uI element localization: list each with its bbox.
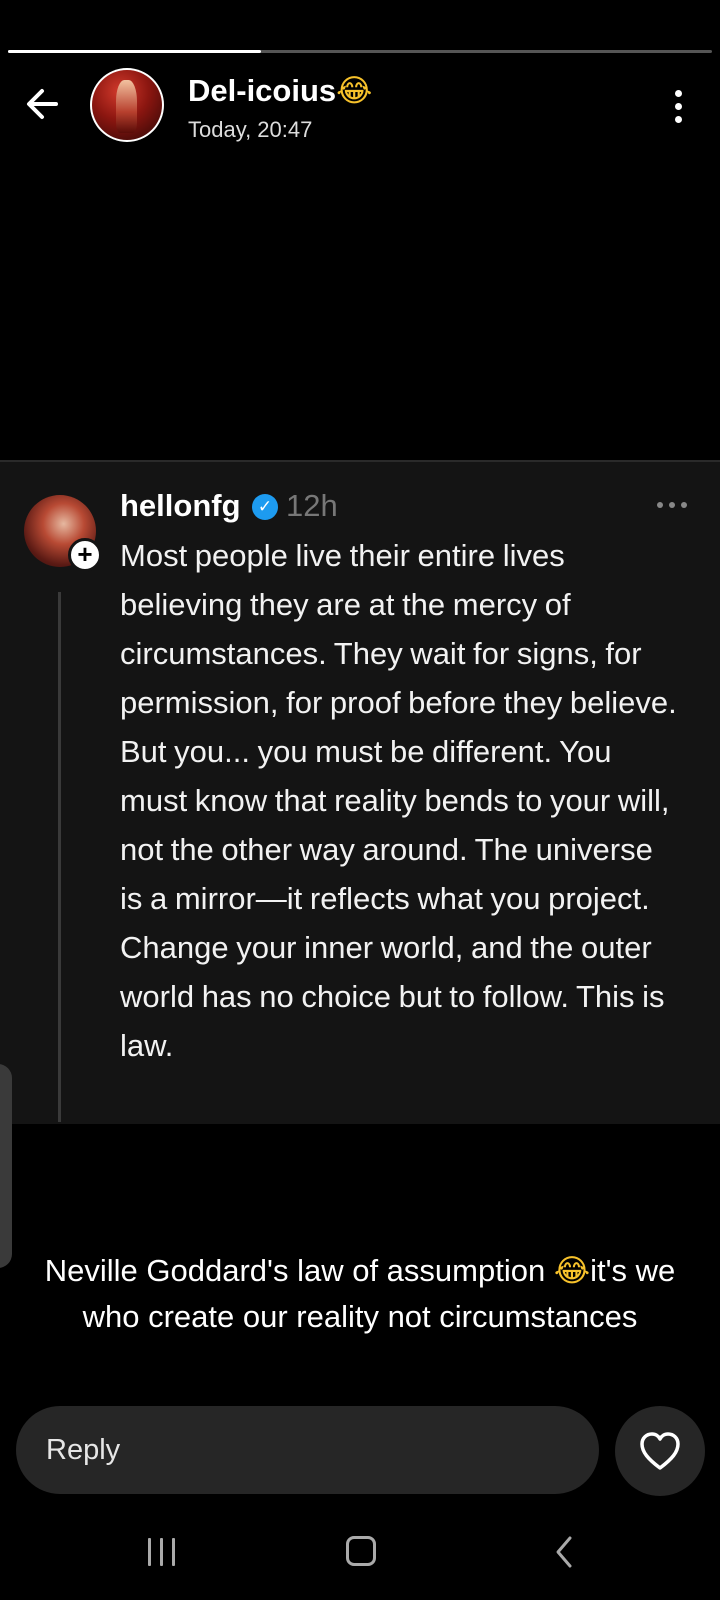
back-button[interactable] — [22, 84, 70, 132]
reply-input[interactable]: Reply — [16, 1406, 599, 1494]
post-more-icon — [654, 494, 690, 514]
laughing-emoji: 😂 — [336, 73, 373, 109]
home-button[interactable] — [346, 1536, 376, 1566]
heart-outline-icon — [640, 1432, 680, 1470]
post-username: hellonfg — [120, 488, 241, 523]
recent-apps-button[interactable] — [144, 1538, 180, 1568]
avatar-image — [92, 70, 162, 140]
verified-badge-icon: ✓ — [252, 494, 278, 520]
laughing-emoji: 😂 — [553, 1253, 591, 1289]
story-viewer: Del-icoius😂 Today, 20:47 + hellonfg ✓ 12… — [0, 0, 720, 1600]
shared-post-screenshot: + hellonfg ✓ 12h Most people live their … — [0, 460, 720, 1124]
thread-line — [58, 592, 61, 1122]
post-time: 12h — [286, 488, 338, 523]
story-author-name[interactable]: Del-icoius😂 — [188, 72, 372, 110]
recent-apps-icon — [148, 1538, 151, 1566]
side-panel-handle[interactable] — [0, 1064, 12, 1268]
system-back-button[interactable] — [550, 1534, 580, 1570]
more-options-button[interactable] — [662, 86, 696, 128]
arrow-left-icon — [27, 89, 58, 119]
story-progress-fill — [8, 50, 262, 53]
story-caption: Neville Goddard's law of assumption 😂it'… — [24, 1248, 696, 1339]
story-author-avatar[interactable] — [90, 68, 164, 142]
caption-text-start: Neville Goddard's law of assumption — [44, 1253, 554, 1288]
story-timestamp: Today, 20:47 — [188, 117, 313, 142]
back-icon — [556, 1536, 572, 1568]
author-name-text: Del-icoius — [188, 73, 337, 108]
story-progress-bar — [8, 50, 712, 53]
follow-plus-icon: + — [68, 538, 102, 572]
post-body-text: Most people live their entire lives beli… — [120, 538, 677, 1063]
more-vertical-icon — [675, 90, 682, 97]
like-button[interactable] — [615, 1406, 705, 1496]
